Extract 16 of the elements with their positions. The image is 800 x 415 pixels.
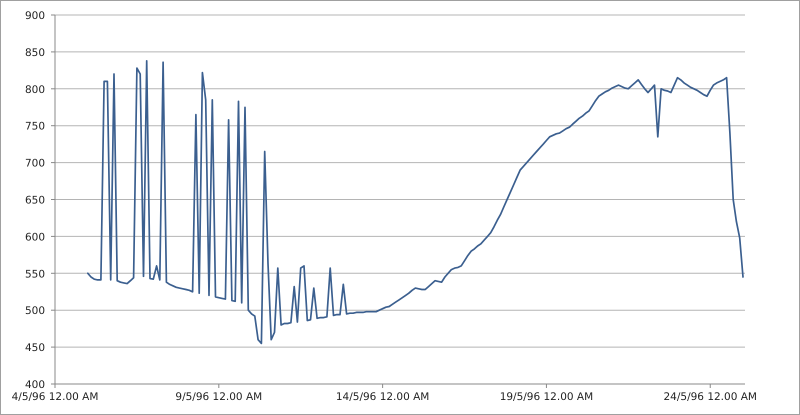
- y-tick-label: 600: [24, 231, 45, 244]
- x-tick-label: 14/5/96 12.00 AM: [336, 391, 430, 403]
- y-tick-label: 650: [24, 194, 45, 206]
- y-tick-label: 400: [24, 379, 45, 391]
- y-tick-label: 450: [24, 342, 45, 354]
- y-tick-label: 850: [24, 46, 45, 59]
- x-tick-label: 9/5/96 12.00 AM: [175, 391, 262, 403]
- y-tick-label: 700: [24, 158, 45, 170]
- x-tick-label: 4/5/96 12.00 AM: [12, 391, 98, 403]
- y-tick-label: 900: [24, 10, 45, 22]
- y-tick-label: 500: [24, 305, 45, 318]
- x-tick-label: 24/5/96 12.00 AM: [664, 391, 757, 403]
- y-tick-label: 550: [24, 268, 45, 280]
- y-tick-label: 800: [24, 84, 45, 96]
- x-tick-label: 19/5/96 12.00 AM: [500, 391, 594, 403]
- y-tick-label: 750: [24, 120, 45, 133]
